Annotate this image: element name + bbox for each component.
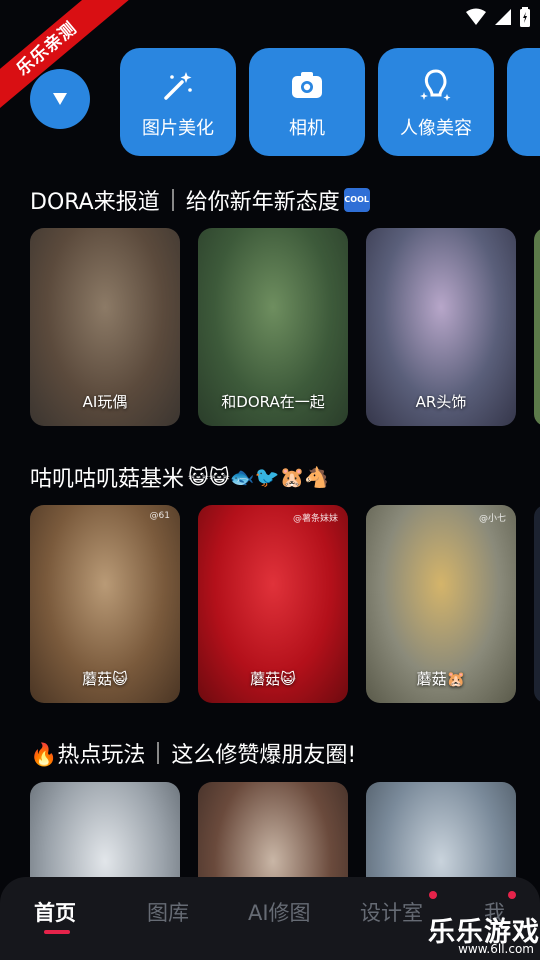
tool-label: 相机 — [289, 118, 325, 139]
section-title-mushroom: 咕叽咕叽菇基米 😺😺🐟🐦🐹🐴 — [30, 461, 329, 493]
watermark-url: www.6ll.com — [458, 942, 534, 956]
site-watermark: 乐乐游戏 www.6ll.com — [424, 896, 540, 960]
tool-camera[interactable]: 相机 — [249, 48, 365, 156]
section-title-main: DORA来报道 — [30, 190, 160, 215]
portrait-icon — [420, 69, 451, 101]
card-row-mushroom: @61 蘑菇😺 @薯条妹妹 蘑菇😺 @小七 蘑菇🐹 — [30, 505, 540, 703]
feature-card-partial[interactable] — [534, 228, 540, 426]
card-label: AI玩偶 — [82, 393, 128, 411]
card-label: 和DORA在一起 — [221, 393, 325, 411]
section-title-main: 🔥热点玩法 — [30, 743, 146, 768]
feature-card[interactable]: 和DORA在一起 — [198, 228, 348, 426]
wifi-icon — [466, 8, 486, 25]
card-credit: @薯条妹妹 — [292, 514, 338, 524]
section-title-hot: 🔥热点玩法 这么修赞爆朋友圈! — [30, 737, 356, 769]
feature-card-partial[interactable] — [534, 505, 540, 703]
card-credit: @61 — [149, 511, 170, 521]
card-credit: @小七 — [478, 514, 506, 524]
triangle-down-icon — [53, 93, 67, 105]
cool-badge: COOL — [343, 188, 370, 212]
nav-design-studio[interactable]: 设计室 — [360, 897, 423, 927]
section-title-suffix: 给你新年新态度 — [185, 190, 340, 215]
card-label: AR头饰 — [415, 393, 467, 411]
card-label: 蘑菇😺 — [82, 670, 128, 688]
feature-card[interactable]: @小七 蘑菇🐹 — [366, 505, 516, 703]
section-title-dora: DORA来报道 给你新年新态度 COOL — [30, 184, 370, 216]
nav-gallery[interactable]: 图库 — [147, 897, 189, 927]
title-divider — [157, 742, 160, 764]
tool-label: 图片美化 — [142, 118, 214, 139]
expand-tools-button[interactable] — [30, 69, 90, 129]
card-row-dora: AI玩偶 和DORA在一起 AR头饰 — [30, 228, 540, 426]
card-label: 蘑菇🐹 — [416, 670, 466, 688]
card-label: 蘑菇😺 — [250, 670, 296, 688]
camera-icon — [292, 72, 322, 98]
section-title-suffix: 这么修赞爆朋友圈! — [171, 743, 357, 768]
feature-card[interactable]: AR头饰 — [366, 228, 516, 426]
magic-wand-icon — [164, 72, 192, 100]
feature-card[interactable]: @薯条妹妹 蘑菇😺 — [198, 505, 348, 703]
signal-icon — [495, 9, 511, 25]
tool-more-partial[interactable] — [507, 48, 540, 156]
tool-label: 人像美容 — [400, 118, 472, 139]
feature-card[interactable]: @61 蘑菇😺 — [30, 505, 180, 703]
nav-home[interactable]: 首页 — [34, 897, 76, 927]
section-title-emojis: 😺😺🐟🐦🐹🐴 — [188, 465, 330, 489]
title-divider — [171, 189, 174, 211]
section-title-main: 咕叽咕叽菇基米 — [30, 467, 185, 492]
tool-shortcuts: 图片美化 相机 人像美容 — [120, 48, 540, 156]
nav-ai-retouch[interactable]: AI修图 — [248, 897, 311, 927]
tool-portrait-beauty[interactable]: 人像美容 — [378, 48, 494, 156]
tool-image-beautify[interactable]: 图片美化 — [120, 48, 236, 156]
nav-active-indicator — [44, 930, 70, 934]
feature-card[interactable]: AI玩偶 — [30, 228, 180, 426]
battery-icon — [520, 7, 530, 27]
